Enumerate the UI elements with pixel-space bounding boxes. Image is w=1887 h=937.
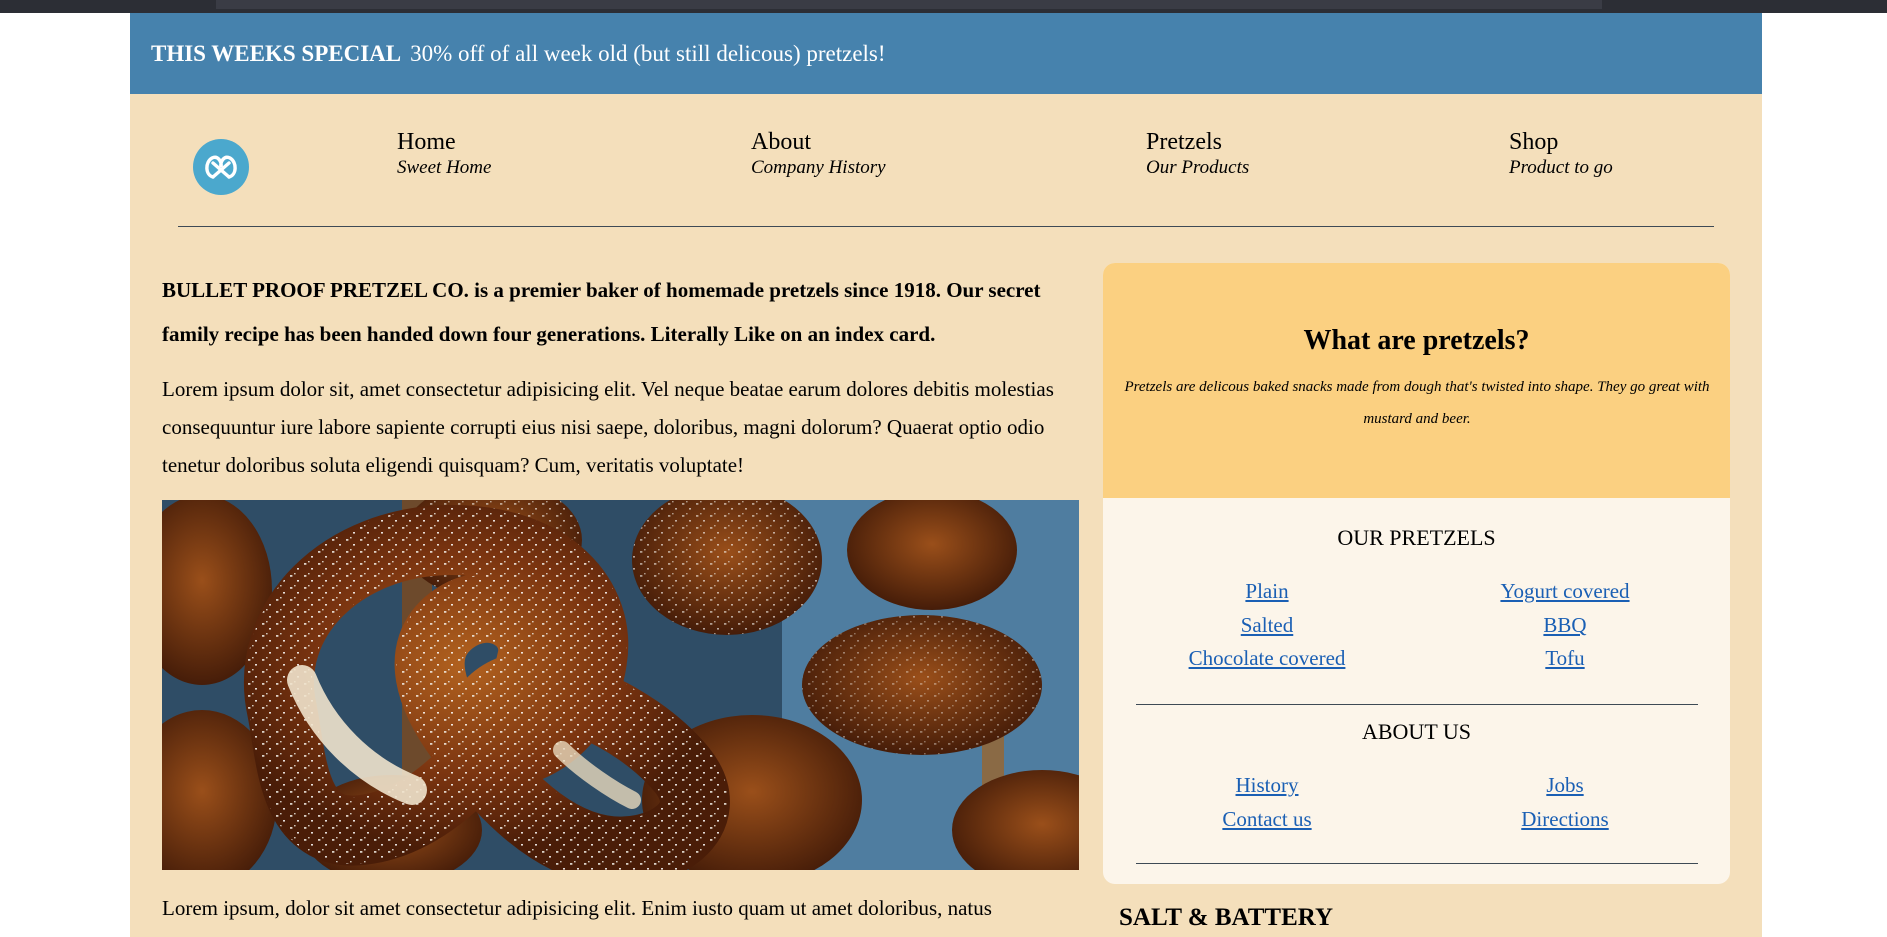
nav-item-title: Shop: [1509, 129, 1559, 155]
nav-item-title: Pretzels: [1146, 129, 1222, 155]
nav-item-subtitle: Our Products: [1146, 157, 1250, 178]
page-container: THIS WEEKS SPECIAL 30% off of all week o…: [130, 13, 1762, 937]
link-directions[interactable]: Directions: [1435, 807, 1695, 832]
main-content: BULLET PROOF PRETZEL CO. is a premier ba…: [162, 268, 1080, 484]
nav-divider: [178, 226, 1714, 227]
link-chocolate-covered[interactable]: Chocolate covered: [1137, 646, 1397, 671]
sidebar-feature: What are pretzels? Pretzels are delicous…: [1103, 263, 1730, 498]
sidebar-divider: [1136, 704, 1698, 705]
link-tofu[interactable]: Tofu: [1435, 646, 1695, 671]
link-yogurt-covered[interactable]: Yogurt covered: [1435, 579, 1695, 604]
nav-item-subtitle: Product to go: [1509, 157, 1613, 178]
nav-item-shop[interactable]: Shop Product to go: [1509, 127, 1613, 179]
link-bbq[interactable]: BBQ: [1435, 613, 1695, 638]
about-us-heading: ABOUT US: [1361, 719, 1471, 744]
body-paragraph-2: Lorem ipsum, dolor sit amet consectetur …: [162, 896, 992, 920]
sidebar-description: Pretzels are delicous baked snacks made …: [1124, 379, 1710, 427]
link-jobs[interactable]: Jobs: [1435, 773, 1695, 798]
nav-item-home[interactable]: Home Sweet Home: [397, 127, 491, 179]
link-history[interactable]: History: [1137, 773, 1397, 798]
our-pretzels-heading: OUR PRETZELS: [1337, 525, 1496, 550]
link-contact-us[interactable]: Contact us: [1137, 807, 1397, 832]
nav-item-about[interactable]: About Company History: [751, 127, 886, 179]
pretzel-hero-image: [162, 500, 1079, 870]
link-plain[interactable]: Plain: [1137, 579, 1397, 604]
special-text: 30% off of all week old (but still delic…: [410, 40, 886, 66]
special-label: THIS WEEKS SPECIAL: [151, 40, 402, 66]
nav-item-title: Home: [397, 129, 456, 155]
nav-item-pretzels[interactable]: Pretzels Our Products: [1146, 127, 1249, 179]
browser-tab-strip: [216, 0, 1602, 9]
salt-battery-heading: SALT & BATTERY: [1119, 904, 1334, 931]
special-banner: THIS WEEKS SPECIAL 30% off of all week o…: [130, 13, 1762, 94]
sidebar-card: What are pretzels? Pretzels are delicous…: [1103, 263, 1730, 884]
sidebar-divider-bottom: [1136, 863, 1698, 864]
main-nav: Home Sweet Home About Company History Pr…: [130, 94, 1762, 214]
pretzel-logo-icon[interactable]: [193, 139, 249, 195]
nav-item-subtitle: Company History: [751, 157, 886, 178]
body-paragraph: Lorem ipsum dolor sit, amet consectetur …: [162, 377, 1054, 477]
nav-item-title: About: [751, 129, 811, 155]
nav-item-subtitle: Sweet Home: [397, 157, 492, 178]
browser-top-bar: [0, 0, 1887, 13]
intro-text: BULLET PROOF PRETZEL CO. is a premier ba…: [162, 278, 1041, 346]
link-salted[interactable]: Salted: [1137, 613, 1397, 638]
sidebar-title: What are pretzels?: [1303, 325, 1530, 356]
